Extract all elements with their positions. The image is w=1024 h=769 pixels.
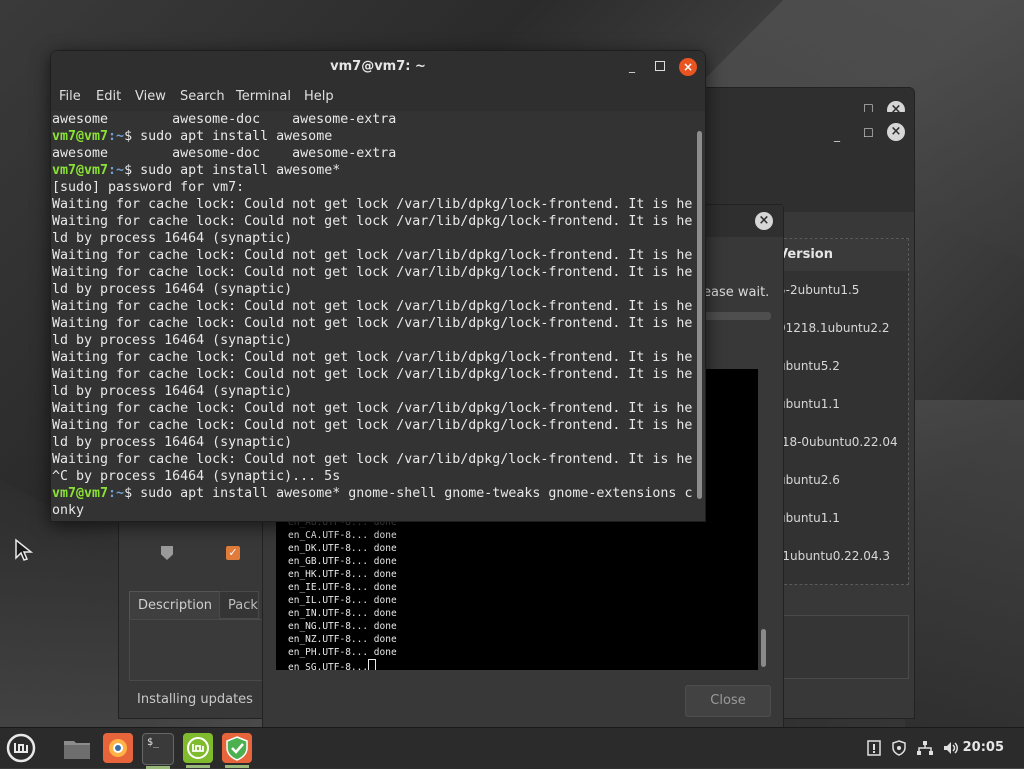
locale-output-line: en_GB.UTF-8... done	[288, 556, 397, 567]
package-version-cell[interactable]: ubuntu1.1	[778, 397, 840, 411]
terminal-window[interactable]: vm7@vm7: ~ _ × File Edit View Search Ter…	[50, 50, 706, 522]
terminal-output-line: ld by process 16464 (synaptic)	[52, 384, 293, 399]
window-title: vm7@vm7: ~	[330, 59, 426, 74]
progress-bar	[703, 312, 771, 320]
prompt-path: :~	[108, 163, 125, 178]
terminal-prompt-line: vm7@vm7:~$ sudo apt install awesome	[52, 128, 692, 145]
shield-icon[interactable]	[891, 740, 907, 760]
locale-output-line: en_IL.UTF-8... done	[288, 595, 397, 606]
wallpaper-shape	[905, 400, 1024, 730]
locale-output-line: en_PH.UTF-8... done	[288, 647, 397, 658]
close-button[interactable]: Close	[685, 685, 771, 717]
checkbox-checked-icon[interactable]: ✓	[226, 546, 240, 560]
tab-description[interactable]: Description	[129, 591, 221, 621]
close-icon[interactable]: ×	[679, 58, 697, 76]
maximize-icon[interactable]: ☐	[863, 126, 874, 140]
prompt-path: :~	[108, 486, 125, 501]
menu-bar: File Edit View Search Terminal Help	[51, 83, 705, 111]
version-column-header[interactable]: Version	[770, 239, 908, 271]
taskbar: $_ 20:05	[0, 727, 1024, 769]
terminal-output-line: Waiting for cache lock: Could not get lo…	[52, 418, 693, 433]
notification-icon[interactable]	[866, 740, 882, 760]
terminal-output-line: Waiting for cache lock: Could not get lo…	[52, 265, 693, 280]
shield-icon	[161, 546, 173, 560]
terminal-output-line: onky	[52, 503, 85, 518]
menu-file[interactable]: File	[59, 89, 81, 104]
package-version-cell[interactable]: .18-0ubuntu0.22.04	[778, 435, 898, 449]
package-list[interactable]: Version 5-2ubuntu1.5 91218.1ubuntu2.2 ubun…	[769, 238, 909, 585]
volume-icon[interactable]	[942, 740, 960, 760]
close-icon[interactable]: ×	[887, 123, 905, 141]
prompt-user: vm7@vm7	[52, 129, 109, 144]
package-version-cell[interactable]: ubuntu5.2	[778, 359, 840, 373]
terminal-output-line: ^C by process 16464 (synaptic)... 5s	[52, 469, 341, 484]
terminal-output-line: ld by process 16464 (synaptic)	[52, 435, 293, 450]
menu-view[interactable]: View	[135, 89, 166, 104]
terminal-output-line: ld by process 16464 (synaptic)	[52, 231, 293, 246]
terminal-output-line: Waiting for cache lock: Could not get lo…	[52, 197, 693, 212]
terminal-prompt-line: vm7@vm7:~$ sudo apt install awesome*	[52, 162, 692, 179]
minimize-icon[interactable]: _	[629, 59, 635, 73]
menu-edit[interactable]: Edit	[96, 89, 121, 104]
locale-output-line: en_SG.UTF-8...	[288, 659, 397, 670]
description-area	[129, 619, 263, 681]
terminal-prompt-line: vm7@vm7:~$ sudo apt install awesome* gno…	[52, 485, 692, 502]
terminal-output-line: Waiting for cache lock: Could not get lo…	[52, 316, 693, 331]
firefox-icon[interactable]	[103, 733, 133, 763]
locale-output-line: en_HK.UTF-8... done	[288, 569, 397, 580]
terminal-output-line: [sudo] password for vm7:	[52, 180, 245, 195]
locale-output-line: en_NZ.UTF-8... done	[288, 634, 397, 645]
terminal-output-line: Waiting for cache lock: Could not get lo…	[52, 452, 693, 467]
menu-terminal[interactable]: Terminal	[236, 89, 291, 104]
prompt-user: vm7@vm7	[52, 163, 109, 178]
shield-update-icon[interactable]	[222, 733, 252, 768]
package-version-cell[interactable]: -1ubuntu0.22.04.3	[778, 549, 890, 563]
files-icon[interactable]	[62, 733, 92, 763]
terminal-output[interactable]: awesome awesome-doc awesome-extra vm7@vm7…	[51, 111, 705, 521]
terminal-output-line: Waiting for cache lock: Could not get lo…	[52, 299, 693, 314]
details-panel	[769, 615, 909, 679]
terminal-output-line: ld by process 16464 (synaptic)	[52, 282, 293, 297]
terminal-output-line: Waiting for cache lock: Could not get lo…	[52, 350, 693, 365]
locale-output-line: en_DK.UTF-8... done	[288, 543, 397, 554]
terminal-output-line: Waiting for cache lock: Could not get lo…	[52, 248, 693, 263]
terminal-output-line: Waiting for cache lock: Could not get lo…	[52, 401, 693, 416]
mint-menu-icon[interactable]	[6, 733, 36, 763]
tab-packages[interactable]: Packa	[219, 591, 259, 619]
prompt-command: $ sudo apt install awesome*	[124, 163, 341, 178]
prompt-command: $ sudo apt install awesome	[124, 129, 333, 144]
maximize-icon[interactable]	[655, 61, 665, 71]
prompt-path: :~	[108, 129, 125, 144]
package-version-cell[interactable]: 5-2ubuntu1.5	[778, 283, 859, 297]
prompt-command: $ sudo apt install awesome* gnome-shell …	[124, 486, 693, 501]
locale-output-line: en_NG.UTF-8... done	[288, 621, 397, 632]
terminal-output-line: Waiting for cache lock: Could not get lo…	[52, 214, 693, 229]
package-version-cell[interactable]: 91218.1ubuntu2.2	[778, 321, 889, 335]
close-icon[interactable]: ×	[755, 212, 773, 230]
text-cursor	[368, 659, 377, 670]
mouse-pointer-icon	[15, 538, 34, 561]
clock[interactable]: 20:05	[963, 740, 1004, 755]
package-version-cell[interactable]: ubuntu2.6	[778, 473, 840, 487]
prompt-user: vm7@vm7	[52, 486, 109, 501]
terminal-output-line: ld by process 16464 (synaptic)	[52, 333, 293, 348]
locale-output-line: en_IE.UTF-8... done	[288, 582, 397, 593]
terminal-output-line: awesome awesome-doc awesome-extra	[52, 146, 397, 161]
package-version-cell[interactable]: ubuntu1.1	[778, 511, 840, 525]
scrollbar[interactable]	[697, 131, 702, 499]
menu-help[interactable]: Help	[304, 89, 334, 104]
terminal-icon[interactable]: $_	[142, 733, 174, 769]
locale-output-line: en_CA.UTF-8... done	[288, 530, 397, 541]
terminal-output-line: awesome awesome-doc awesome-extra	[52, 112, 397, 127]
status-label: Installing updates	[137, 692, 253, 707]
terminal-output-line: Waiting for cache lock: Could not get lo…	[52, 367, 693, 382]
menu-search[interactable]: Search	[180, 89, 225, 104]
locale-output-line: en_IN.UTF-8... done	[288, 608, 397, 619]
minimize-icon[interactable]: _	[834, 128, 840, 142]
terminal-titlebar[interactable]: vm7@vm7: ~ _ ×	[51, 51, 705, 83]
mint-update-icon[interactable]	[183, 733, 213, 768]
network-icon[interactable]	[916, 740, 934, 760]
please-wait-label: ease wait.	[703, 285, 770, 300]
scrollbar[interactable]	[761, 629, 766, 667]
